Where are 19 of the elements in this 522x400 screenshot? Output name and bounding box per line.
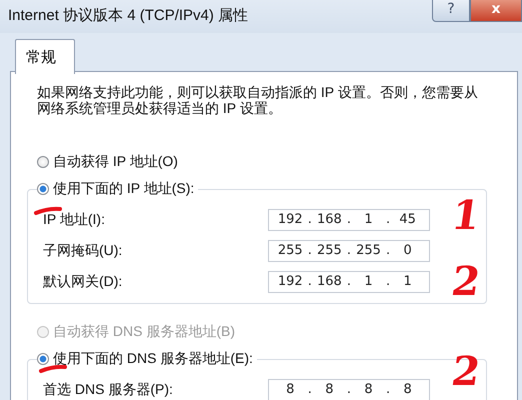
ip-address-field[interactable]: 255 . 255 . 255 . 0	[268, 240, 430, 262]
underline-mark	[38, 364, 68, 374]
tab[interactable]: 常规	[15, 39, 75, 74]
description-text: 如果网络支持此功能，则可以获取自动指派的 IP 设置。否则，您需要从网络系统管理员处获得适当的 IP 设置。	[37, 84, 479, 116]
radio-button[interactable]	[37, 182, 49, 194]
ip-address-field[interactable]: 192 . 168 . 1 . 45	[268, 208, 430, 230]
ip-address-field[interactable]: 192 . 168 . 1 . 1	[268, 270, 430, 292]
field-label: 子网掩码(U):	[43, 242, 122, 260]
radio-button[interactable]	[37, 156, 49, 168]
window-title: Internet 协议版本 4 (TCP/IPv4) 属性	[7, 6, 248, 25]
field-label: 首选 DNS 服务器(P):	[43, 380, 173, 398]
field-label: 默认网关(D):	[43, 272, 122, 290]
radio-button[interactable]	[37, 352, 49, 364]
help-button[interactable]: ?	[432, 0, 470, 22]
handwritten-number: 2	[449, 262, 483, 302]
field-label: IP 地址(I):	[43, 210, 105, 228]
handwritten-number: 2	[449, 352, 483, 392]
handwritten-number: 1	[449, 196, 483, 236]
ip-address-field[interactable]: 8 . 8 . 8 . 8	[268, 378, 430, 400]
